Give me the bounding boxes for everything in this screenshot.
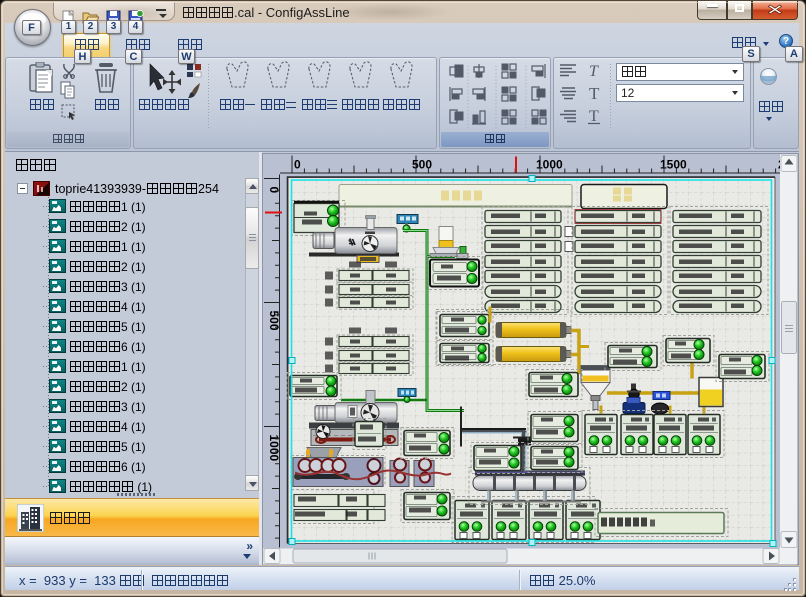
svg-text:T: T <box>589 108 599 125</box>
svg-text:T: T <box>589 84 600 103</box>
svg-text:T: T <box>589 63 599 80</box>
svg-text:500: 500 <box>412 158 432 172</box>
svg-text:0: 0 <box>267 187 281 194</box>
svg-text:0: 0 <box>294 158 301 172</box>
